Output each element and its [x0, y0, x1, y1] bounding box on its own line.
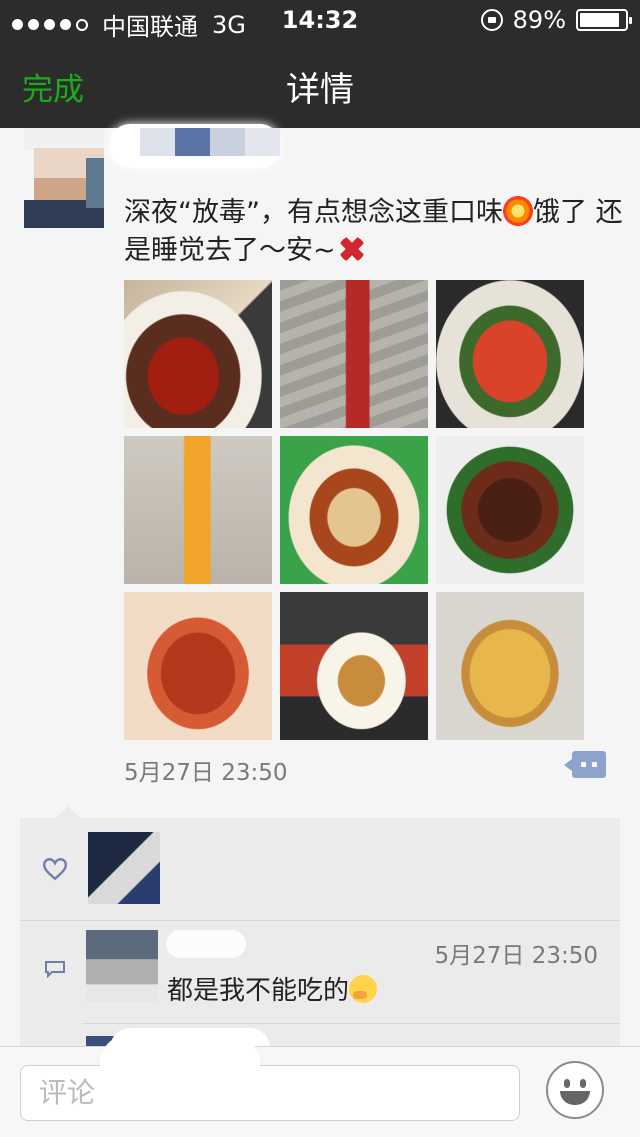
dot-icon [592, 762, 597, 767]
photo-crayfish-dish[interactable] [436, 280, 584, 428]
comment-timestamp: 5月27日 23:50 [434, 943, 599, 969]
redaction-blur [100, 1035, 260, 1093]
status-bar: 中国联通 3G 14:32 89% [0, 0, 640, 41]
top-bar: 中国联通 3G 14:32 89% 完成 详情 [0, 0, 640, 128]
panel-arrow [56, 806, 80, 818]
photo-steamed-fish[interactable] [280, 436, 428, 584]
divider [82, 1023, 620, 1024]
comment-input[interactable]: 评论 [20, 1065, 520, 1121]
collision-emoji-icon [502, 196, 533, 226]
page-title: 详情 [286, 70, 354, 110]
photo-roasted-chicken[interactable] [124, 592, 272, 740]
likes-row [20, 818, 620, 918]
eye [564, 1079, 570, 1088]
emoji-button[interactable] [546, 1061, 604, 1119]
photo-stinky-tofu[interactable] [124, 280, 272, 428]
photo-fish-balls-cup[interactable] [280, 592, 428, 740]
battery-percent: 89% [512, 6, 566, 34]
comment-input-bar: 评论 [0, 1035, 640, 1137]
anger-symbol-emoji-icon [336, 233, 368, 265]
photo-stir-fry-peppers[interactable] [436, 436, 584, 584]
liker-avatar[interactable] [88, 832, 160, 904]
rotation-lock-icon [480, 9, 503, 31]
status-right: 89% [480, 6, 632, 34]
post-text: 深夜“放毒”，有点想念这重口味 饿了 还是睡觉去了～安~ [124, 194, 624, 270]
post-text-part1: 深夜“放毒”，有点想念这重口味 [124, 197, 503, 228]
eye [580, 1079, 586, 1088]
smile-mouth [560, 1091, 590, 1105]
interaction-panel: 5月27日 23:50 都是我不能吃的 [20, 806, 620, 1068]
comment-menu-button[interactable] [564, 751, 606, 778]
divider [20, 920, 620, 921]
author-avatar[interactable] [24, 128, 104, 228]
battery-fill [580, 13, 620, 27]
thinking-face-emoji-icon [349, 975, 378, 1003]
photo-pizza[interactable] [436, 592, 584, 740]
heart-icon [42, 858, 68, 881]
photo-spicy-skewer[interactable] [280, 280, 428, 428]
photo-spiral-potato[interactable] [124, 436, 272, 584]
photo-grid [124, 280, 584, 740]
comment-text-content: 都是我不能吃的 [167, 976, 350, 1006]
comment-bubble-icon [45, 961, 65, 978]
commenter-name-redacted[interactable] [166, 930, 246, 958]
commenter-avatar[interactable] [86, 930, 158, 1002]
post-timestamp: 5月27日 23:50 [124, 760, 288, 786]
author-name-pixelated [140, 128, 280, 156]
dot-icon [581, 762, 586, 767]
battery-icon [576, 9, 632, 31]
comment-text[interactable]: 都是我不能吃的 [167, 970, 378, 1007]
moment-post: 深夜“放毒”，有点想念这重口味 饿了 还是睡觉去了～安~ 5月27日 23:50 … [0, 124, 640, 1068]
